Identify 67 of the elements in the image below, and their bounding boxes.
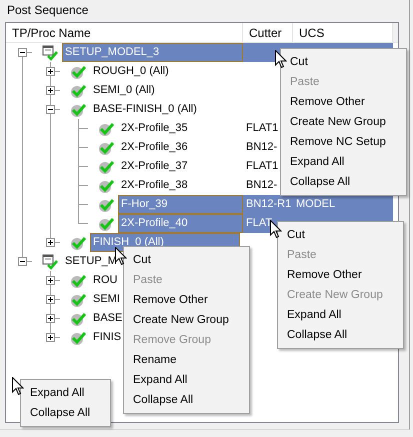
table-cell-text: BN12- — [245, 178, 278, 193]
expand-toggle[interactable] — [18, 257, 27, 266]
check-icon — [98, 158, 114, 174]
pointer-icon — [12, 377, 24, 396]
window-check-icon — [42, 44, 58, 60]
tree-item[interactable]: SEMI — [90, 290, 123, 309]
menu-item[interactable]: Remove Other — [281, 92, 406, 112]
expand-toggle[interactable] — [46, 276, 55, 285]
tree-item[interactable]: F-Hor_39 — [118, 195, 243, 214]
tree-item[interactable]: BASE — [90, 309, 126, 328]
check-icon — [70, 234, 86, 250]
tree-item[interactable]: FINIS — [90, 328, 124, 347]
tree-item[interactable]: 2X-Profile_38 — [118, 176, 191, 195]
check-icon — [70, 102, 86, 118]
menu-item[interactable]: Cut — [124, 250, 249, 270]
menu-item[interactable]: Collapse All — [281, 172, 406, 192]
tree-item[interactable]: BASE-FINISH_0 (All) — [90, 100, 200, 119]
tree-item[interactable]: SETUP_MODEL_3 — [62, 43, 243, 62]
expand-toggle[interactable] — [46, 314, 55, 323]
check-icon — [98, 120, 114, 136]
table-cell-text: FLAT1 — [245, 121, 280, 136]
check-icon — [98, 196, 114, 212]
window-check-icon — [42, 254, 58, 270]
menu-item[interactable]: Expand All — [278, 305, 403, 325]
expand-toggle[interactable] — [18, 48, 27, 57]
menu-item[interactable]: Rename — [124, 350, 249, 370]
menu-item[interactable]: Expand All — [281, 152, 406, 172]
check-icon — [98, 140, 114, 156]
tree-item[interactable]: ROUGH_0 (All) — [90, 62, 172, 81]
menu-item[interactable]: Remove Other — [124, 290, 249, 310]
expand-toggle[interactable] — [46, 238, 55, 247]
menu-item[interactable]: Expand All — [124, 370, 249, 390]
menu-item[interactable]: Remove NC Setup — [281, 132, 406, 152]
check-icon — [70, 292, 86, 308]
check-icon — [98, 178, 114, 194]
check-icon — [98, 216, 114, 232]
menu-item[interactable]: Remove Other — [278, 265, 403, 285]
expand-toggle[interactable] — [46, 295, 55, 304]
check-icon — [70, 330, 86, 346]
table-cell: BN12-R1 — [243, 195, 293, 214]
table-cell-text: BN12- — [245, 140, 278, 155]
tree-item[interactable]: 2X-Profile_35 — [118, 119, 191, 138]
menu-item[interactable]: Create New Group — [124, 310, 249, 330]
tree-item[interactable]: ROU — [90, 271, 120, 290]
expand-toggle[interactable] — [46, 67, 55, 76]
tree-item[interactable]: 2X-Profile_37 — [118, 157, 191, 176]
check-icon — [70, 64, 86, 80]
table-cell: MODEL — [293, 195, 393, 214]
menu-item[interactable]: Collapse All — [278, 325, 403, 345]
tree-item[interactable]: 2X-Profile_36 — [118, 138, 191, 157]
pointer-icon — [115, 247, 127, 266]
expand-toggle[interactable] — [46, 105, 55, 114]
menu-item[interactable]: Create New Group — [281, 112, 406, 132]
pointer-icon — [275, 50, 287, 69]
expand-toggle[interactable] — [46, 86, 55, 95]
expand-toggle[interactable] — [46, 333, 55, 342]
tree-item[interactable]: SEMI_0 (All) — [90, 81, 158, 100]
menu-item[interactable]: Collapse All — [21, 403, 110, 423]
check-icon — [70, 310, 86, 326]
tree-item[interactable]: 2X-Profile_40 — [118, 214, 243, 233]
panel-title: Post Sequence — [6, 2, 90, 19]
table-cell-text: FLAT1 — [245, 159, 280, 174]
menu-item[interactable]: Collapse All — [124, 390, 249, 410]
pointer-icon — [270, 220, 282, 239]
check-icon — [70, 272, 86, 288]
menu-item[interactable]: Expand All — [21, 383, 110, 403]
check-icon — [70, 82, 86, 98]
